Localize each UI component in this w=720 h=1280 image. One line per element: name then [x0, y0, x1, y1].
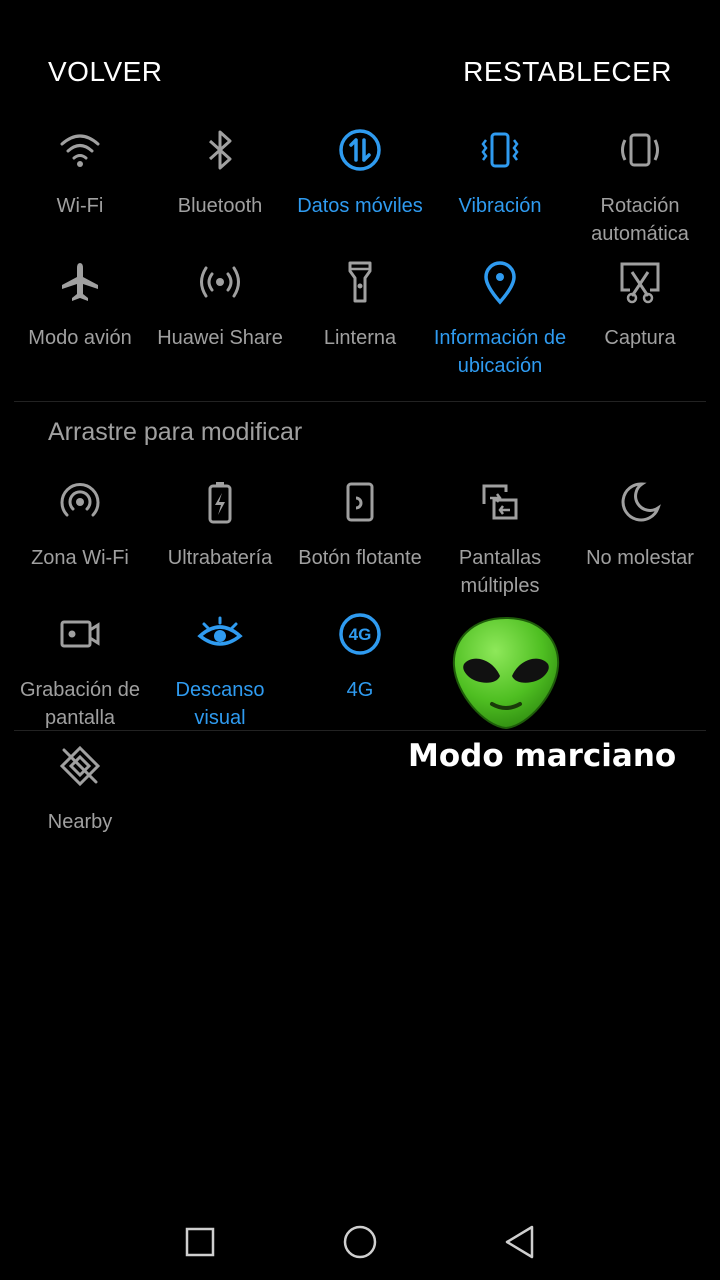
moon-icon [616, 478, 664, 526]
tile-label: No molestar [586, 547, 694, 569]
recents-square-icon[interactable] [180, 1222, 220, 1262]
tile-label: Huawei Share [157, 327, 283, 349]
tile-4g[interactable]: 4G 4G [290, 610, 430, 704]
tile-label: Vibración [458, 195, 542, 217]
airplane-icon [56, 258, 104, 306]
tile-screenshot[interactable]: Captura [570, 258, 710, 352]
svg-text:4G: 4G [349, 625, 372, 644]
screen-record-icon [56, 610, 104, 658]
tile-label: Información de ubicación [433, 327, 567, 377]
tile-label: Botón flotante [298, 547, 422, 569]
wifi-icon [56, 126, 104, 174]
tile-eye-comfort[interactable]: Descanso visual [150, 610, 290, 732]
tile-label: Captura [604, 327, 676, 349]
tile-label: Datos móviles [297, 195, 423, 217]
tile-floating-button[interactable]: Botón flotante [290, 478, 430, 572]
huawei-share-icon [196, 258, 244, 306]
bluetooth-icon [196, 126, 244, 174]
tile-wifi[interactable]: Wi-Fi [10, 126, 150, 220]
tile-label: Bluetooth [177, 195, 263, 217]
battery-saver-icon [196, 478, 244, 526]
nearby-icon [56, 742, 104, 790]
tile-label: Modo avión [28, 327, 132, 349]
flashlight-icon [336, 258, 384, 306]
tile-auto-rotate[interactable]: Rotación automática [570, 126, 710, 248]
4g-icon: 4G [336, 610, 384, 658]
section-divider [14, 730, 706, 731]
location-icon [476, 258, 524, 306]
navigation-bar [0, 1200, 720, 1280]
tile-label: Descanso visual [175, 679, 265, 729]
tile-vibration[interactable]: Vibración [430, 126, 570, 220]
floating-button-icon [336, 478, 384, 526]
tile-screen-record[interactable]: Grabación de pantalla [10, 610, 150, 732]
alien-emoji [450, 614, 562, 732]
auto-rotate-icon [616, 126, 664, 174]
multi-screen-icon [476, 478, 524, 526]
eye-icon [196, 610, 244, 658]
tile-huawei-share[interactable]: Huawei Share [150, 258, 290, 352]
tile-label: Pantallas múltiples [458, 547, 542, 597]
vibration-icon [476, 126, 524, 174]
tile-multi-screen[interactable]: Pantallas múltiples [430, 478, 570, 600]
tile-label: Ultrabatería [167, 547, 273, 569]
tile-hotspot[interactable]: Zona Wi-Fi [10, 478, 150, 572]
back-triangle-icon[interactable] [500, 1222, 540, 1262]
tile-label: Grabación de pantalla [19, 679, 141, 729]
tile-label: Zona Wi-Fi [31, 547, 129, 569]
tile-do-not-disturb[interactable]: No molestar [570, 478, 710, 572]
alien-caption: Modo marciano [408, 738, 677, 774]
tile-label: Rotación automática [591, 195, 689, 245]
tile-ultra-battery[interactable]: Ultrabatería [150, 478, 290, 572]
section-divider [14, 401, 706, 402]
tile-airplane[interactable]: Modo avión [10, 258, 150, 352]
reset-button[interactable]: RESTABLECER [463, 56, 672, 88]
tile-label: Linterna [323, 327, 397, 349]
tile-nearby[interactable]: Nearby [10, 742, 150, 836]
drag-hint: Arrastre para modificar [48, 418, 303, 446]
hotspot-icon [56, 478, 104, 526]
back-button[interactable]: VOLVER [48, 56, 163, 88]
tile-bluetooth[interactable]: Bluetooth [150, 126, 290, 220]
tile-flashlight[interactable]: Linterna [290, 258, 430, 352]
tile-label: 4G [346, 679, 374, 701]
tile-mobile-data[interactable]: Datos móviles [290, 126, 430, 220]
header-bar: VOLVER RESTABLECER [0, 0, 720, 130]
tile-label: Nearby [47, 811, 113, 833]
home-circle-icon[interactable] [340, 1222, 380, 1262]
mobile-data-icon [336, 126, 384, 174]
tile-label: Wi-Fi [56, 195, 104, 217]
screenshot-icon [616, 258, 664, 306]
tile-location[interactable]: Información de ubicación [430, 258, 570, 380]
